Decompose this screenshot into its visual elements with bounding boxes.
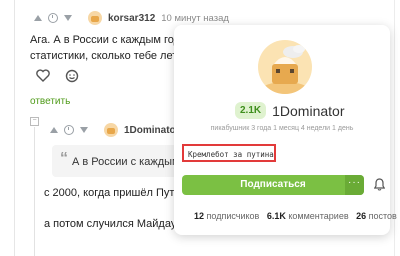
quote-icon: “ [60, 150, 68, 167]
arrow-up-icon[interactable] [34, 15, 42, 21]
comment-time[interactable]: 10 минут назад [161, 13, 229, 24]
avatar[interactable] [88, 11, 102, 25]
profile-about: Кремлебот за путина [182, 144, 276, 162]
reply-link[interactable]: ответить [30, 96, 70, 107]
arrow-down-icon[interactable] [64, 15, 72, 21]
clock-icon[interactable] [48, 13, 58, 23]
thread-line [34, 127, 35, 256]
comment-header: korsar312 10 минут назад [34, 11, 229, 25]
subscribers-label: подписчиков [206, 211, 260, 221]
reply-header: 1Dominator [50, 123, 180, 137]
reply-author[interactable]: 1Dominator [124, 125, 180, 136]
comment-author[interactable]: korsar312 [108, 13, 155, 24]
smile-icon[interactable] [65, 69, 79, 88]
subscribe-button[interactable]: Подписаться [182, 175, 364, 195]
clock-icon[interactable] [64, 125, 74, 135]
subscribe-label: Подписаться [240, 179, 306, 190]
profile-meta: пикабушник 3 года 1 месяц 4 недели 1 ден… [210, 125, 354, 132]
heart-icon[interactable] [36, 69, 50, 87]
collapse-icon[interactable]: − [30, 117, 39, 126]
left-border [14, 0, 15, 256]
avatar[interactable] [104, 123, 118, 137]
more-button[interactable]: ··· [345, 175, 364, 195]
posts-label: постов [368, 211, 397, 221]
arrow-up-icon[interactable] [50, 127, 58, 133]
bell-icon[interactable] [373, 178, 386, 196]
profile-stats: 12 подписчиков 6.1K комментариев 26 пост… [194, 211, 397, 221]
comments-count: 6.1K [266, 211, 286, 221]
profile-username[interactable]: 1Dominator [272, 103, 344, 119]
comment-text-line2: статистики, сколько тебе лет? [30, 50, 184, 62]
arrow-down-icon[interactable] [80, 127, 88, 133]
profile-avatar[interactable] [258, 40, 312, 94]
profile-title-row: 2.1K 1Dominator [235, 102, 345, 119]
subscribers-count: 12 [194, 211, 205, 221]
rating-badge: 2.1K [235, 102, 267, 119]
comments-label: комментариев [288, 211, 349, 221]
posts-count: 26 [356, 211, 367, 221]
profile-popup: 2.1K 1Dominator пикабушник 3 года 1 меся… [174, 25, 397, 235]
